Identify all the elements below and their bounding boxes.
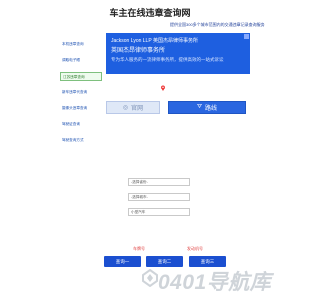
sidebar-item-query-method[interactable]: 驾驶查询方式 — [60, 136, 102, 145]
ad-banner[interactable]: Jackson Lyon LLP 英国杰昂律师事务所 英国杰昂律师事务所 专为华… — [106, 33, 250, 74]
official-site-button[interactable]: ◎ 官网 — [106, 101, 160, 114]
sidebar-item-camera-violation[interactable]: 摄像头违章查询 — [60, 104, 102, 113]
watermark-text: 0401导航库 — [158, 271, 272, 294]
city-select[interactable]: -选择城市- — [128, 193, 190, 201]
query-one-button[interactable]: 查询一 — [104, 256, 141, 267]
official-site-label: 官网 — [131, 106, 144, 112]
map-pin-icon — [161, 85, 165, 91]
ad-corner-icon[interactable] — [244, 34, 249, 39]
sidebar-item-jiangsu-violation[interactable]: 江苏违章查询 — [60, 72, 102, 81]
sidebar-item-new-car-query[interactable]: 新车违章代查询 — [60, 88, 102, 97]
tagline: 提供全国300多个城市范围内的交通违章记录查询服务 — [170, 22, 265, 27]
ad-description: 专为华人服务的一流律师事务所，提供高效的一站式诉讼 — [111, 57, 224, 62]
route-icon: ⛛ — [196, 104, 203, 110]
query-form: -选择省份- -选择城市- 小型汽车 — [128, 178, 198, 223]
site-title: 车主在线违章查询网 — [109, 8, 191, 18]
plate-number-tip: 车牌号 — [133, 246, 145, 251]
sidebar-item-local-violation[interactable]: 本机违章查询 — [60, 40, 102, 49]
sidebar-item-electronic-eye[interactable]: 调取电子眼 — [60, 56, 102, 65]
province-select[interactable]: -选择省份- — [128, 178, 190, 186]
navigation-logo-icon — [142, 269, 158, 287]
sidebar: 本机违章查询 调取电子眼 江苏违章查询 新车违章代查询 摄像头违章查询 驾驶证查… — [60, 40, 102, 152]
watermark: 0401导航库 — [140, 262, 300, 296]
sidebar-item-license-query[interactable]: 驾驶证查询 — [60, 120, 102, 129]
ad-headline[interactable]: Jackson Lyon LLP 英国杰昂律师事务所 — [111, 37, 198, 44]
engine-number-tip: 发动机号 — [187, 246, 203, 251]
ad-title[interactable]: 英国杰昂律师事务所 — [111, 45, 165, 54]
route-button[interactable]: ⛛ 路线 — [168, 101, 246, 114]
vehicle-type-select[interactable]: 小型汽车 — [128, 208, 190, 216]
route-label: 路线 — [205, 106, 218, 112]
globe-icon: ◎ — [122, 105, 129, 111]
